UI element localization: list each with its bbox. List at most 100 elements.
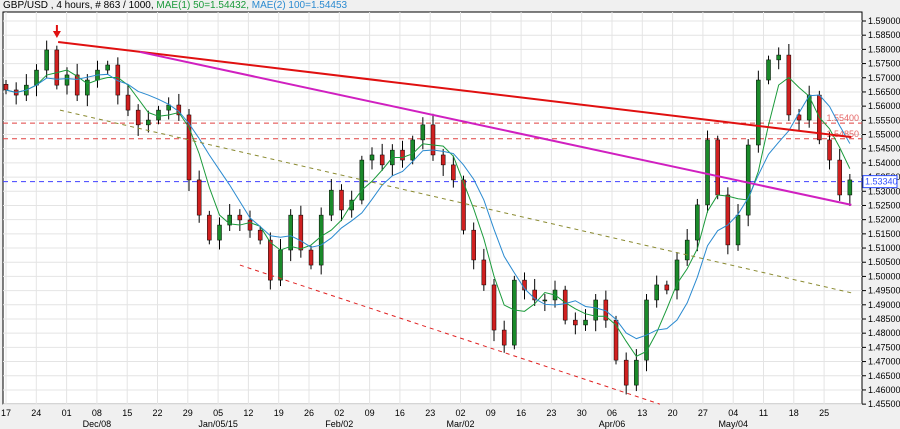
x-month-label: Apr/06 (599, 419, 626, 429)
y-tick-label: 1.58000 (868, 44, 900, 54)
y-tick-label: 1.56000 (868, 101, 900, 111)
candle-body (715, 139, 720, 196)
candle-body (34, 69, 39, 86)
current-price-label: 1.53340 (865, 177, 898, 187)
x-tick-label: 12 (243, 408, 253, 418)
candle-body (674, 259, 680, 291)
candle-body (3, 84, 9, 91)
x-tick-label: 11 (759, 408, 768, 418)
candle-body (247, 219, 253, 231)
y-tick-label: 1.46000 (868, 385, 900, 395)
candle-body (339, 189, 344, 211)
y-tick-label: 1.54000 (868, 158, 900, 168)
candle-body (54, 49, 60, 86)
candle-body (593, 299, 598, 321)
y-tick-label: 1.55000 (868, 130, 900, 140)
candle-body (501, 329, 507, 346)
y-tick-label: 1.58500 (868, 30, 900, 40)
candle-body (400, 149, 405, 161)
candle-body (156, 109, 161, 121)
x-tick-label: 04 (728, 408, 738, 418)
candle-body (44, 49, 49, 71)
candle-body (705, 139, 710, 206)
x-month-label: Feb/02 (325, 419, 353, 429)
candle-body (542, 299, 548, 302)
candle-body (786, 54, 792, 116)
x-month-label: Mar/02 (446, 419, 474, 429)
candle-body (654, 284, 659, 301)
candle-body (64, 74, 70, 86)
candle-body (268, 239, 273, 281)
y-tick-label: 1.50500 (868, 257, 900, 267)
candle-body (237, 214, 243, 221)
x-tick-label: 29 (183, 408, 193, 418)
candle-body (105, 64, 110, 71)
candle-body (827, 139, 832, 161)
candle-body (745, 144, 751, 216)
y-tick-label: 1.47500 (868, 342, 900, 352)
candle-body (257, 229, 263, 241)
y-tick-label: 1.49000 (868, 300, 900, 310)
candle-body (695, 204, 700, 241)
x-month-label: Dec/08 (83, 419, 112, 429)
x-tick-label: 09 (365, 408, 375, 418)
candle-body (562, 289, 568, 321)
y-tick-label: 1.57000 (868, 73, 900, 83)
x-tick-label: 24 (31, 408, 41, 418)
candle-body (756, 79, 761, 146)
price-chart[interactable]: 17 24 01 08 15 22 29 05 12 19 26 02 09 16 23 02 09 16 23 30… (0, 0, 900, 429)
candle-body (623, 359, 629, 386)
x-tick-label: 05 (213, 408, 223, 418)
candle-body (664, 284, 670, 291)
candle-body (135, 109, 141, 126)
x-tick-label: 09 (486, 408, 496, 418)
x-tick-label: 17 (1, 408, 11, 418)
candle-body (420, 124, 426, 141)
x-month-label: Jan/05/15 (198, 419, 238, 429)
x-tick-label: 18 (789, 408, 799, 418)
candle-body (837, 159, 842, 196)
y-tick-label: 1.47000 (868, 357, 900, 367)
candle-body (512, 279, 517, 346)
candle-body (369, 154, 375, 161)
x-tick-label: 30 (577, 408, 587, 418)
candle-body (329, 189, 334, 216)
y-tick-label: 1.48500 (868, 314, 900, 324)
candle-body (847, 179, 853, 196)
y-tick-label: 1.54500 (868, 144, 900, 154)
candle-body (451, 164, 456, 181)
candle-body (196, 179, 202, 216)
x-tick-label: 16 (516, 408, 526, 418)
y-tick-label: 1.49500 (868, 286, 900, 296)
x-tick-label: 27 (698, 408, 708, 418)
y-tick-label: 1.56500 (868, 87, 900, 97)
candle-body (288, 214, 293, 251)
y-tick-label: 1.45500 (868, 399, 900, 409)
y-tick-label: 1.52500 (868, 200, 900, 210)
candle-body (481, 259, 487, 286)
candle-body (125, 94, 131, 111)
x-tick-label: 23 (425, 408, 435, 418)
candle-body (217, 224, 222, 241)
candle-body (684, 239, 690, 261)
candle-body (613, 319, 619, 361)
x-tick-label: 16 (395, 408, 405, 418)
y-tick-label: 1.52000 (868, 215, 900, 225)
y-tick-label: 1.46500 (868, 371, 900, 381)
y-tick-label: 1.50000 (868, 271, 900, 281)
chart-window: GBP/USD , 4 hours, # 863 / 1000, MAE(1) … (0, 0, 900, 429)
candle-body (359, 159, 365, 201)
x-tick-label: 19 (274, 408, 284, 418)
candle-body (318, 214, 324, 266)
candle-body (634, 359, 639, 386)
y-tick-label: 1.55500 (868, 115, 900, 125)
y-tick-label: 1.48000 (868, 328, 900, 338)
candle-body (74, 74, 80, 96)
candle-body (491, 284, 497, 331)
x-tick-label: 02 (334, 408, 344, 418)
x-tick-label: 06 (607, 408, 617, 418)
x-tick-label: 23 (546, 408, 556, 418)
x-tick-label: 01 (62, 408, 72, 418)
candle-body (308, 249, 314, 266)
candle-body (766, 59, 771, 81)
